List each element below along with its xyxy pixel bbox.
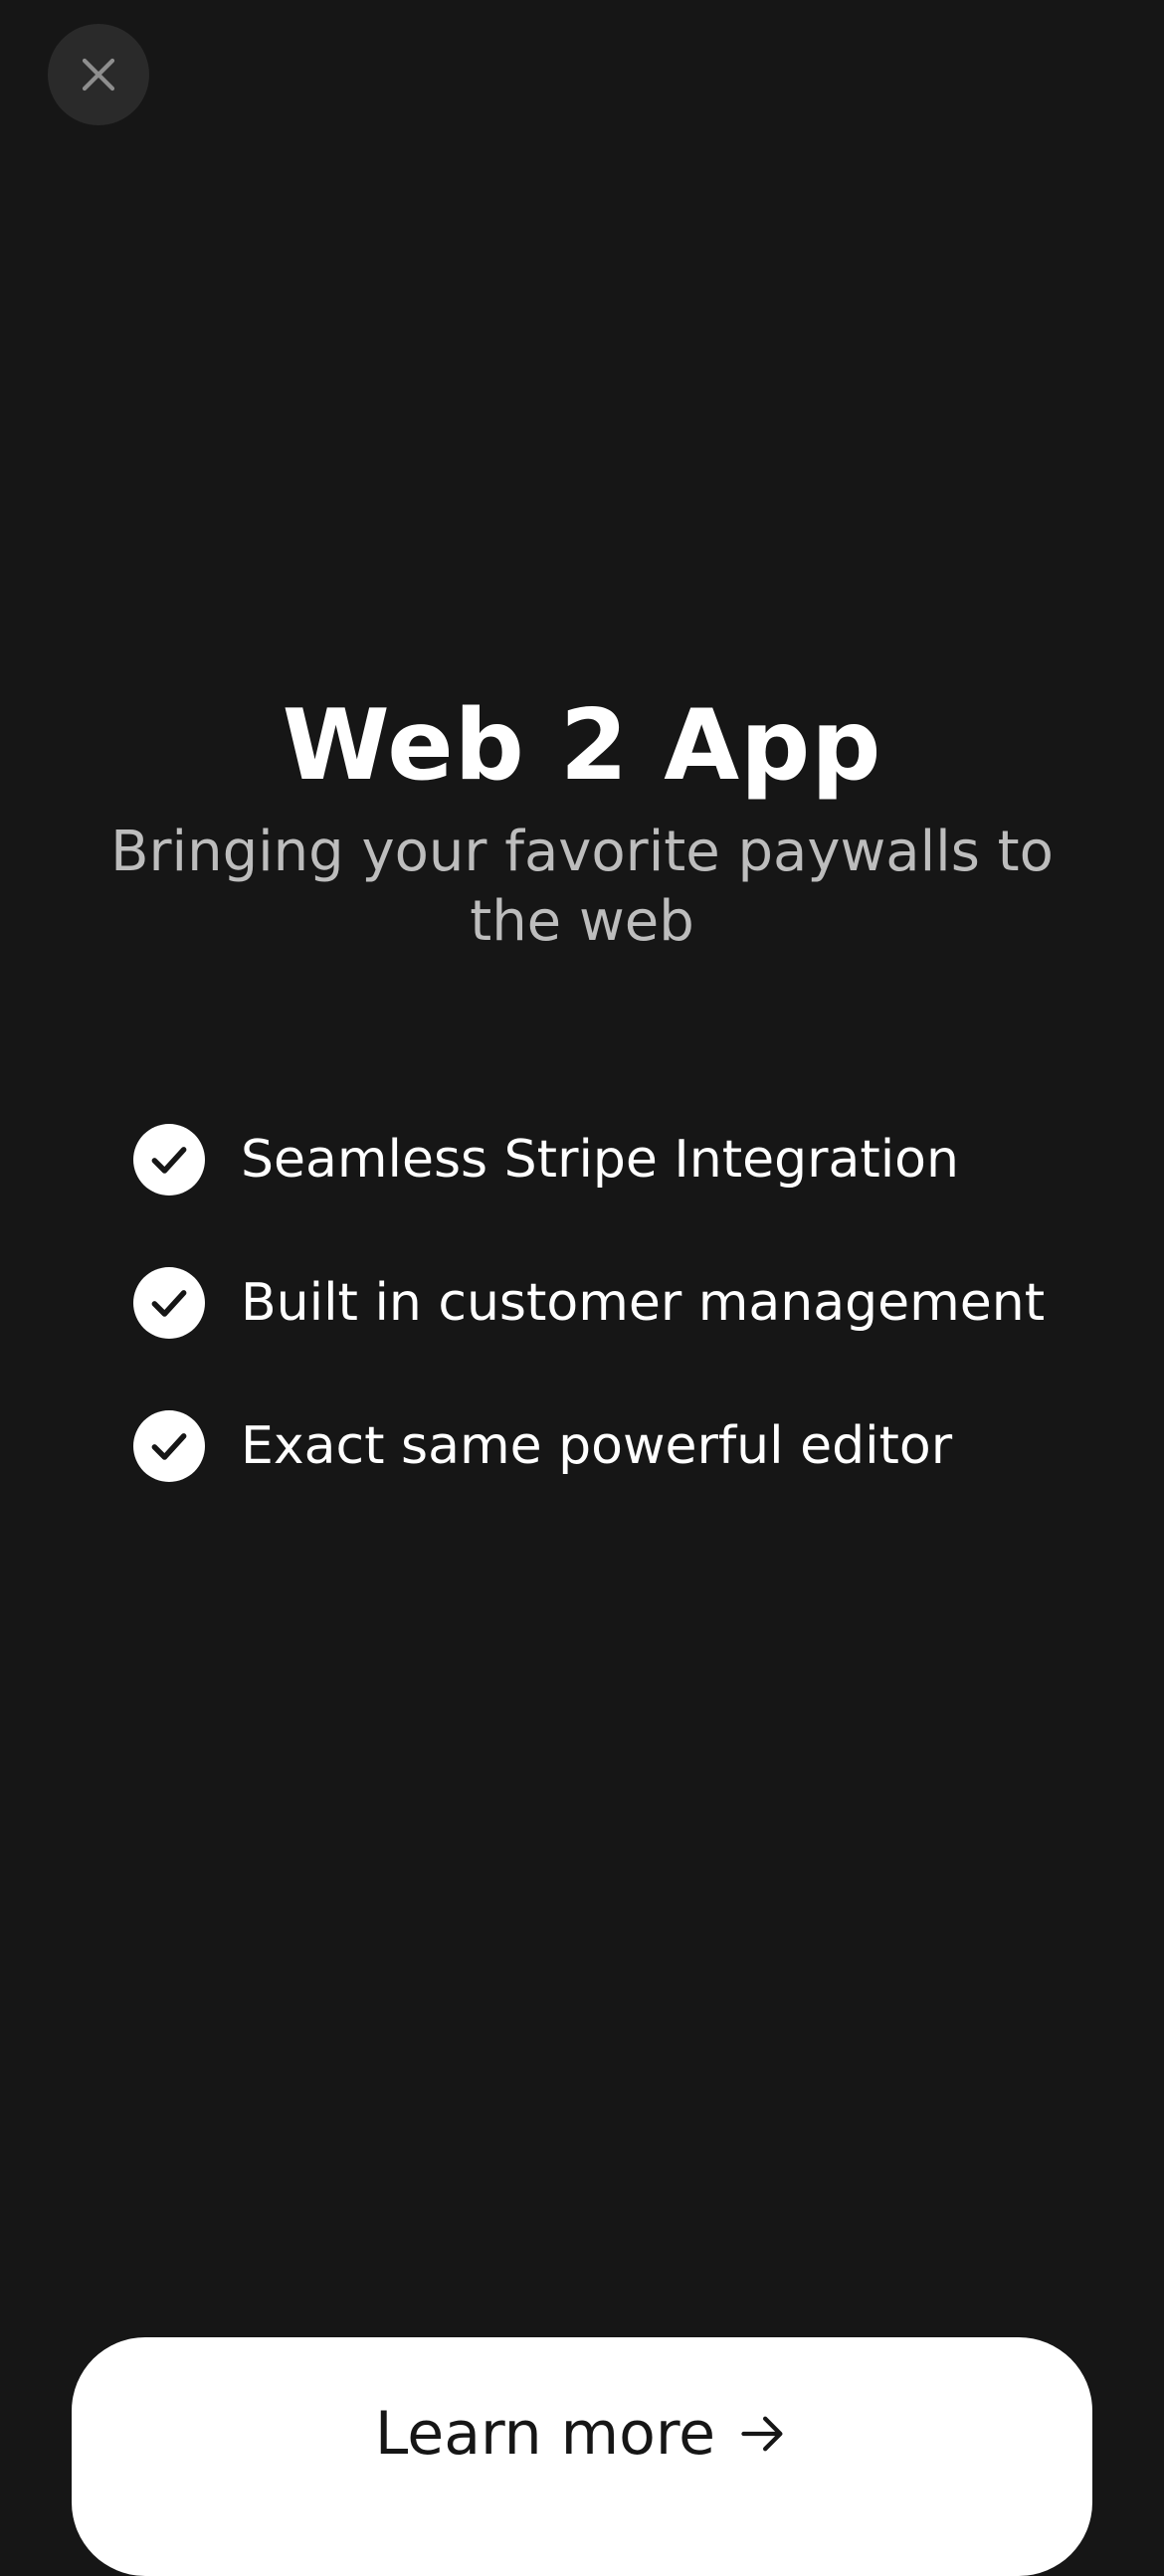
feature-label: Seamless Stripe Integration <box>241 1130 959 1190</box>
feature-label: Built in customer management <box>241 1273 1046 1333</box>
feature-item: Exact same powerful editor <box>133 1410 1088 1482</box>
learn-more-content: Learn more <box>375 2399 789 2469</box>
feature-item: Built in customer management <box>133 1267 1088 1339</box>
page-subtitle: Bringing your favorite paywalls to the w… <box>110 820 1054 954</box>
arrow-right-icon <box>737 2408 789 2460</box>
hero: Web 2 App Bringing your favorite paywall… <box>0 686 1164 957</box>
learn-more-label: Learn more <box>374 2399 716 2469</box>
checkmark-circle-icon <box>133 1267 205 1339</box>
close-icon <box>82 58 115 92</box>
learn-more-button[interactable]: Learn more <box>72 2337 1092 2576</box>
paywall-screen: Web 2 App Bringing your favorite paywall… <box>0 0 1164 2576</box>
feature-item: Seamless Stripe Integration <box>133 1124 1088 1196</box>
checkmark-circle-icon <box>133 1124 205 1196</box>
feature-list: Seamless Stripe Integration Built in cus… <box>133 1124 1088 1554</box>
feature-label: Exact same powerful editor <box>241 1416 953 1476</box>
page-title: Web 2 App <box>282 689 882 803</box>
close-button[interactable] <box>48 24 149 125</box>
checkmark-circle-icon <box>133 1410 205 1482</box>
